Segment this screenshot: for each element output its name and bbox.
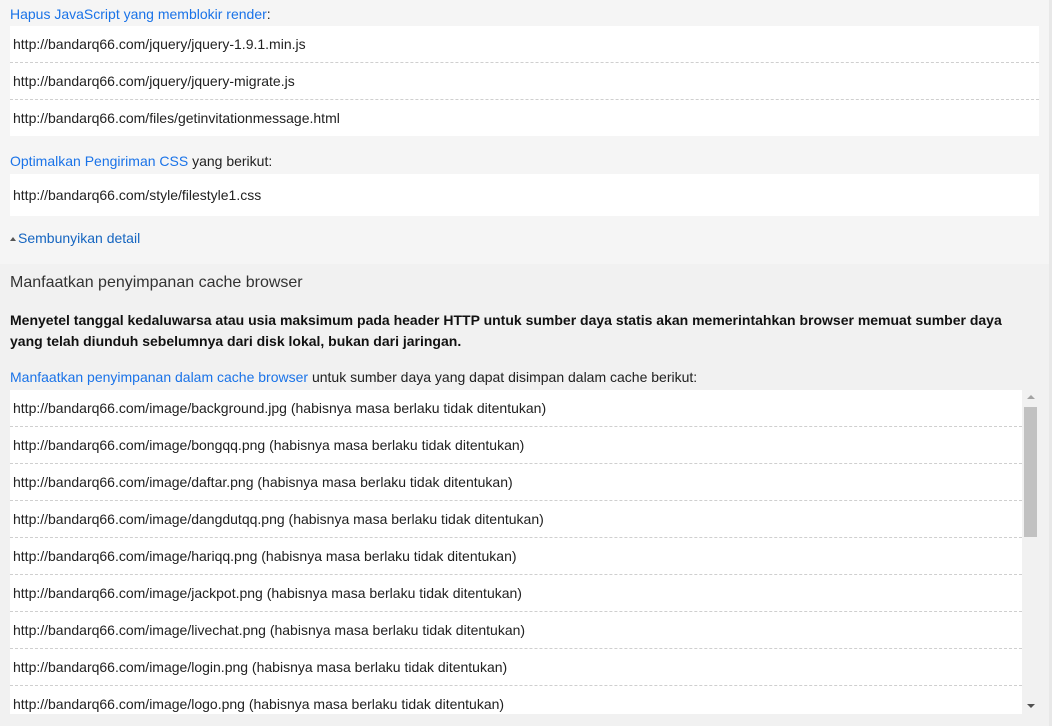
cache-description: Menyetel tanggal kedaluwarsa atau usia m… (10, 312, 1002, 349)
cache-rows: http://bandarq66.com/image/background.jp… (10, 390, 1022, 714)
css-delivery-suffix: yang berikut: (188, 153, 273, 169)
render-blocking-link[interactable]: Hapus JavaScript yang memblokir render (10, 6, 267, 22)
scroll-up-arrow-icon[interactable] (1022, 390, 1039, 404)
list-item: http://bandarq66.com/files/getinvitation… (13, 110, 340, 126)
list-item: http://bandarq66.com/image/livechat.png … (10, 612, 1022, 649)
render-blocking-suffix: : (266, 6, 271, 22)
css-delivery-list: http://bandarq66.com/style/filestyle1.cs… (10, 174, 1039, 216)
list-item: http://bandarq66.com/image/hariqq.png (h… (10, 538, 1022, 575)
list-item: http://bandarq66.com/image/background.jp… (10, 390, 1022, 427)
list-item: http://bandarq66.com/image/jackpot.png (… (10, 575, 1022, 612)
hide-details-label: Sembunyikan detail (18, 230, 141, 246)
list-item: http://bandarq66.com/image/bongqq.png (h… (10, 427, 1022, 464)
cache-suffix: untuk sumber daya yang dapat disimpan da… (308, 369, 698, 385)
list-item: http://bandarq66.com/image/logo.png (hab… (13, 696, 505, 712)
render-blocking-heading: Hapus JavaScript yang memblokir render: (10, 6, 271, 23)
cache-resource-list[interactable]: http://bandarq66.com/image/background.jp… (10, 390, 1039, 714)
list-item: http://bandarq66.com/style/filestyle1.cs… (13, 187, 262, 203)
render-blocking-list: http://bandarq66.com/jquery/jquery-1.9.1… (10, 26, 1039, 136)
list-item: http://bandarq66.com/jquery/jquery-migra… (10, 63, 1039, 100)
css-delivery-link[interactable]: Optimalkan Pengiriman CSS (10, 153, 188, 169)
list-item: http://bandarq66.com/image/daftar.png (h… (10, 464, 1022, 501)
scrollbar-thumb[interactable] (1024, 407, 1037, 537)
list-item: http://bandarq66.com/image/dangdutqq.png… (10, 501, 1022, 538)
caret-up-icon (10, 237, 16, 241)
cache-link[interactable]: Manfaatkan penyimpanan dalam cache brows… (10, 369, 308, 385)
list-item: http://bandarq66.com/image/login.png (ha… (10, 649, 1022, 686)
cache-section-title: Manfaatkan penyimpanan cache browser (10, 274, 303, 291)
hide-details-toggle[interactable]: Sembunyikan detail (10, 230, 140, 247)
list-item: http://bandarq66.com/jquery/jquery-1.9.1… (10, 26, 1039, 63)
cache-heading: Manfaatkan penyimpanan dalam cache brows… (10, 369, 697, 386)
scroll-down-arrow-icon[interactable] (1022, 700, 1039, 714)
vertical-scrollbar[interactable] (1022, 390, 1039, 714)
css-delivery-heading: Optimalkan Pengiriman CSS yang berikut: (10, 153, 272, 170)
